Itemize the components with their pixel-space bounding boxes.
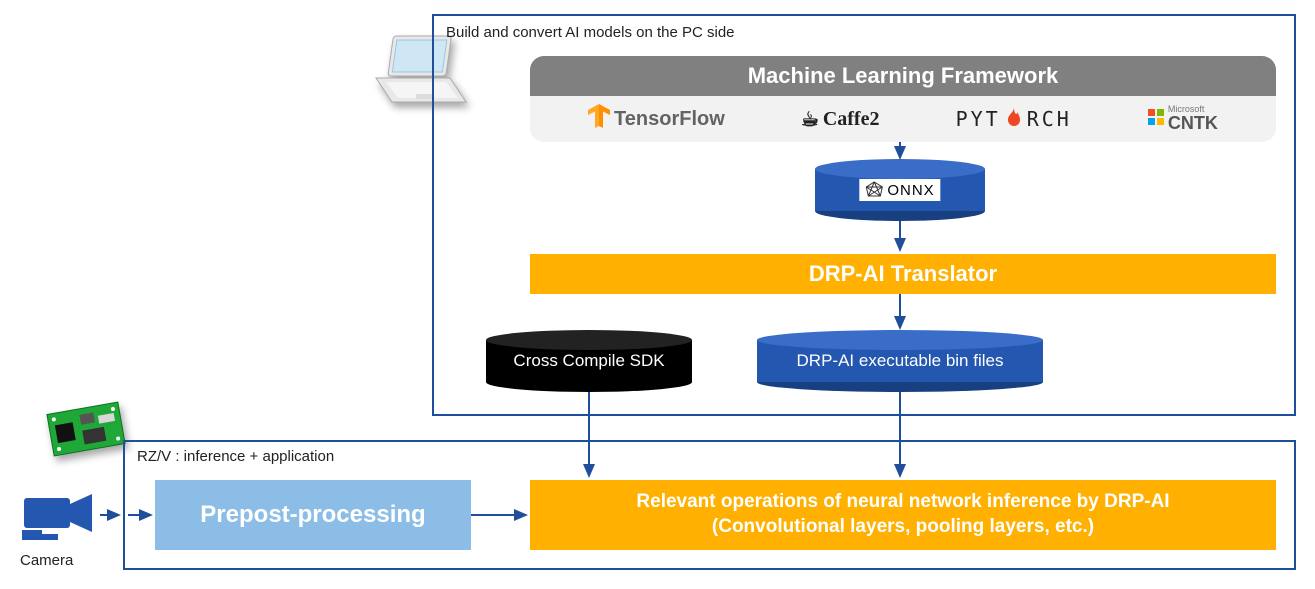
ml-framework-header: Machine Learning Framework bbox=[530, 56, 1276, 96]
coffee-cup-icon: ☕︎ bbox=[801, 107, 819, 132]
caffe2-logo: ☕︎ Caffe2 bbox=[801, 107, 880, 132]
pytorch-logo: PYT RCH bbox=[956, 107, 1072, 131]
onnx-cylinder: ONNX bbox=[813, 159, 987, 221]
cntk-label: CNTK bbox=[1168, 113, 1218, 134]
ml-framework-block: Machine Learning Framework TensorFlow ☕︎… bbox=[530, 56, 1276, 142]
cross-compile-sdk-cylinder: Cross Compile SDK bbox=[484, 330, 694, 392]
bin-files-label: DRP-AI executable bin files bbox=[791, 349, 1010, 373]
pytorch-post: RCH bbox=[1027, 107, 1072, 131]
sdk-label: Cross Compile SDK bbox=[507, 349, 670, 373]
pcb-board-icon bbox=[42, 400, 130, 463]
inference-line1: Relevant operations of neural network in… bbox=[636, 490, 1169, 515]
tensorflow-icon bbox=[588, 104, 610, 134]
bin-files-cylinder: DRP-AI executable bin files bbox=[755, 330, 1045, 392]
inference-block: Relevant operations of neural network in… bbox=[530, 480, 1276, 550]
tensorflow-label: TensorFlow bbox=[614, 108, 725, 131]
inference-line2: (Convolutional layers, pooling layers, e… bbox=[636, 515, 1169, 540]
cntk-ms-label: Microsoft bbox=[1168, 105, 1205, 113]
diagram-root: Build and convert AI models on the PC si… bbox=[0, 0, 1315, 589]
flame-icon bbox=[1005, 107, 1023, 131]
tensorflow-logo: TensorFlow bbox=[588, 104, 725, 134]
drp-ai-translator-block: DRP-AI Translator bbox=[530, 254, 1276, 294]
caffe2-label: Caffe2 bbox=[823, 108, 880, 131]
onnx-text: ONNX bbox=[887, 182, 934, 199]
microsoft-squares-icon bbox=[1148, 109, 1164, 130]
cntk-logo: Microsoft CNTK bbox=[1148, 105, 1218, 134]
prepost-processing-block: Prepost-processing bbox=[155, 480, 471, 550]
onnx-label: ONNX bbox=[859, 179, 940, 201]
pytorch-pre: PYT bbox=[956, 107, 1001, 131]
camera-icon bbox=[22, 490, 100, 551]
pc-side-title: Build and convert AI models on the PC si… bbox=[446, 24, 735, 41]
rzv-title: RZ/V : inference + application bbox=[137, 448, 334, 465]
camera-label: Camera bbox=[20, 552, 73, 569]
onnx-icon bbox=[865, 181, 883, 199]
ml-framework-logos: TensorFlow ☕︎ Caffe2 PYT RCH Microsoft C… bbox=[530, 96, 1276, 142]
